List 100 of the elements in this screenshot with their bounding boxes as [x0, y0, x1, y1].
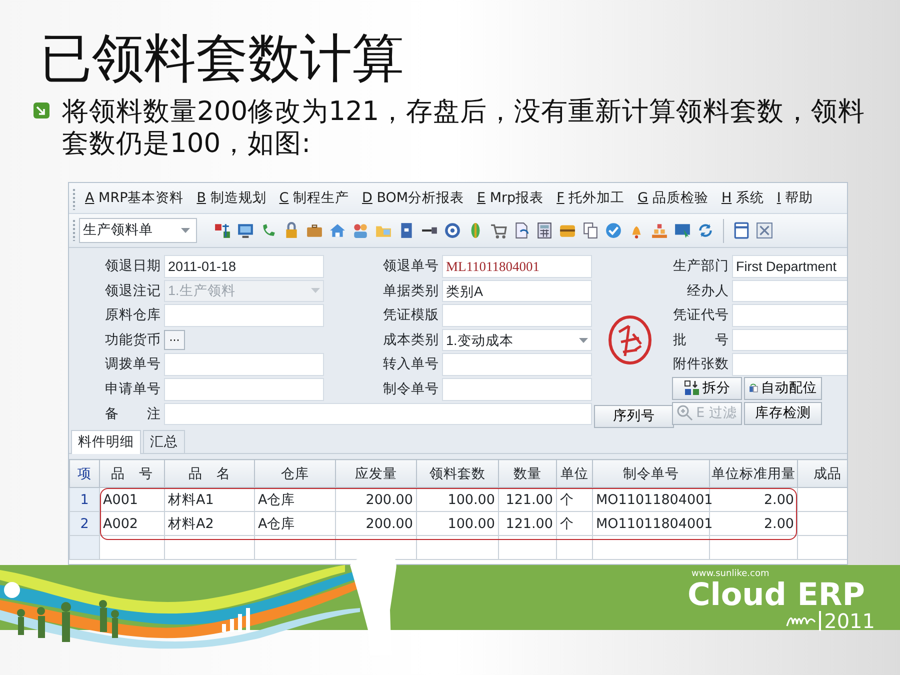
split-icon[interactable]	[214, 222, 231, 239]
table-cell: A002	[100, 512, 164, 536]
input-field[interactable]	[164, 402, 592, 426]
field-label: 领退单号	[382, 257, 440, 276]
book-icon[interactable]	[398, 222, 415, 239]
column-header: 仓库	[254, 460, 336, 488]
input-field[interactable]	[442, 304, 592, 327]
product-name: Cloud ERP	[688, 579, 865, 611]
serial-number-button[interactable]: 序列号	[594, 404, 674, 428]
field-label: 单据类别	[382, 282, 440, 301]
monitor-icon[interactable]	[237, 222, 254, 239]
row-number: 2	[70, 512, 100, 536]
caret-icon	[311, 288, 320, 294]
table-cell: A仓库	[254, 512, 336, 536]
column-header: 数量	[498, 460, 556, 488]
input-field[interactable]: 类别A	[442, 280, 592, 302]
input-field[interactable]	[164, 353, 324, 376]
table-cell: 121.00	[498, 512, 556, 536]
input-field[interactable]	[732, 280, 847, 302]
caret-icon	[579, 338, 588, 343]
field-label: 功能货币	[104, 330, 162, 350]
caret-icon	[181, 228, 190, 233]
copy-icon[interactable]	[582, 222, 599, 239]
cart-icon[interactable]	[490, 222, 507, 239]
column-header: 品 号	[100, 460, 164, 488]
close-icon[interactable]	[756, 222, 773, 239]
field-label: 生产部门	[672, 257, 730, 276]
input-field[interactable]: ML11011804001	[442, 255, 592, 278]
column-header: 成品	[798, 460, 847, 488]
field-label: 领退日期	[104, 257, 162, 276]
more-button[interactable]: ···	[164, 330, 185, 350]
refresh-icon[interactable]	[697, 222, 714, 239]
lock-icon[interactable]	[283, 222, 300, 239]
field-label: 领退注记	[104, 282, 162, 301]
menu-item[interactable]: I 帮助	[776, 188, 814, 208]
window-icon[interactable]	[733, 222, 750, 239]
field-label: 成本类别	[382, 330, 440, 350]
column-header: 领料套数	[416, 460, 498, 488]
field-label: 转入单号	[382, 355, 440, 374]
slide-title: 已领料套数计算	[40, 28, 404, 90]
menu-item[interactable]: C 制程生产	[279, 188, 350, 208]
tab[interactable]: 料件明细	[71, 430, 141, 454]
field-label: 附件张数	[672, 355, 730, 374]
bullet-icon	[33, 102, 50, 119]
input-field[interactable]	[164, 304, 324, 327]
zoom-icon	[677, 405, 694, 422]
input-field[interactable]: First Department	[732, 255, 847, 278]
row-number: 1	[70, 488, 100, 512]
stamp-icon	[607, 314, 653, 366]
monitor-icon[interactable]	[674, 222, 691, 239]
signature-icon	[786, 614, 816, 628]
calculator-icon[interactable]	[536, 222, 553, 239]
menu-item[interactable]: H 系统	[721, 188, 764, 208]
phone-icon[interactable]	[260, 222, 277, 239]
menu-item[interactable]: D BOM分析报表	[362, 188, 464, 208]
check-icon[interactable]	[605, 222, 622, 239]
briefcase-icon[interactable]	[306, 222, 323, 239]
field-label: 备 注	[104, 404, 162, 424]
action-button[interactable]: 自动配位	[744, 376, 822, 400]
action-button[interactable]: 库存检测	[744, 402, 822, 425]
menu-item[interactable]: G 品质检验	[638, 188, 708, 208]
column-header: 应发量	[336, 460, 416, 488]
website-url: www.sunlike.com	[692, 569, 770, 579]
input-field[interactable]	[732, 304, 847, 327]
menu-item[interactable]: A MRP基本资料	[85, 188, 184, 208]
blocks-icon	[684, 380, 700, 396]
field-label: 凭证代号	[672, 306, 730, 326]
table-cell: 200.00	[336, 512, 416, 536]
column-header: 单位标准用量	[710, 460, 798, 488]
menu-item[interactable]: F 托外加工	[556, 188, 625, 208]
dropdown-field[interactable]: 1.变动成本	[442, 328, 592, 352]
menu-item[interactable]: E Mrp报表	[477, 188, 544, 208]
input-field[interactable]	[442, 353, 592, 376]
input-field[interactable]	[732, 328, 847, 352]
field-label: 原料仓库	[104, 306, 162, 326]
form-type-dropdown[interactable]: 生产领料单	[79, 218, 197, 243]
input-field[interactable]	[442, 378, 592, 401]
table-cell: MO11011804001	[592, 512, 710, 536]
pyramid-icon[interactable]	[651, 222, 668, 239]
table-cell: 2.00	[710, 512, 798, 536]
year-label: 2011	[819, 611, 875, 631]
bullet-text: 将领料数量200修改为121，存盘后，没有重新计算领料套数，领料套数仍是100，如图:	[62, 96, 866, 160]
box-icon[interactable]	[559, 222, 576, 239]
input-field[interactable]	[732, 353, 847, 376]
column-header: 制令单号	[592, 460, 710, 488]
field-label: 经办人	[686, 282, 730, 301]
people-icon[interactable]	[352, 222, 369, 239]
input-field[interactable]: 2011-01-18	[164, 255, 324, 278]
action-button[interactable]: 拆分	[672, 376, 742, 400]
tab[interactable]: 汇总	[143, 430, 185, 454]
menu-item[interactable]: B 制造规划	[196, 188, 266, 208]
field-label: 批 号	[672, 330, 730, 350]
input-field[interactable]	[164, 378, 324, 401]
field-label: 申请单号	[104, 380, 162, 399]
table-cell: 个	[556, 512, 592, 536]
column-header: 单位	[556, 460, 592, 488]
table-cell: 100.00	[416, 512, 498, 536]
column-header: 品 名	[164, 460, 254, 488]
table-cell: 材料A2	[164, 512, 254, 536]
house-icon[interactable]	[329, 222, 346, 239]
